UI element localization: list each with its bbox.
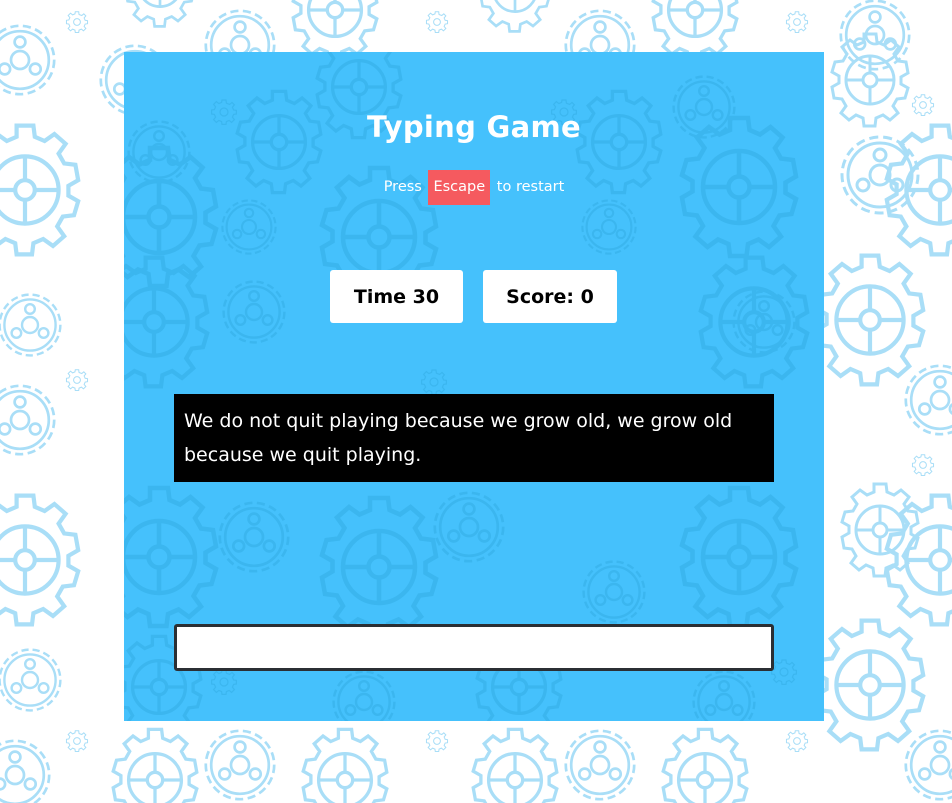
hint-prefix: Press	[383, 179, 422, 195]
game-title: Typing Game	[366, 110, 581, 144]
game-content: Typing Game Press Escape to restart Time…	[124, 52, 824, 721]
escape-key-badge: Escape	[428, 170, 491, 205]
time-counter: Time 30	[330, 270, 463, 323]
typing-input[interactable]	[174, 624, 774, 671]
quote-text: We do not quit playing because we grow o…	[174, 394, 774, 482]
game-panel: Typing Game Press Escape to restart Time…	[124, 52, 824, 721]
restart-hint: Press Escape to restart	[124, 170, 824, 205]
hint-suffix: to restart	[496, 179, 565, 195]
score-counter: Score: 0	[483, 270, 617, 323]
